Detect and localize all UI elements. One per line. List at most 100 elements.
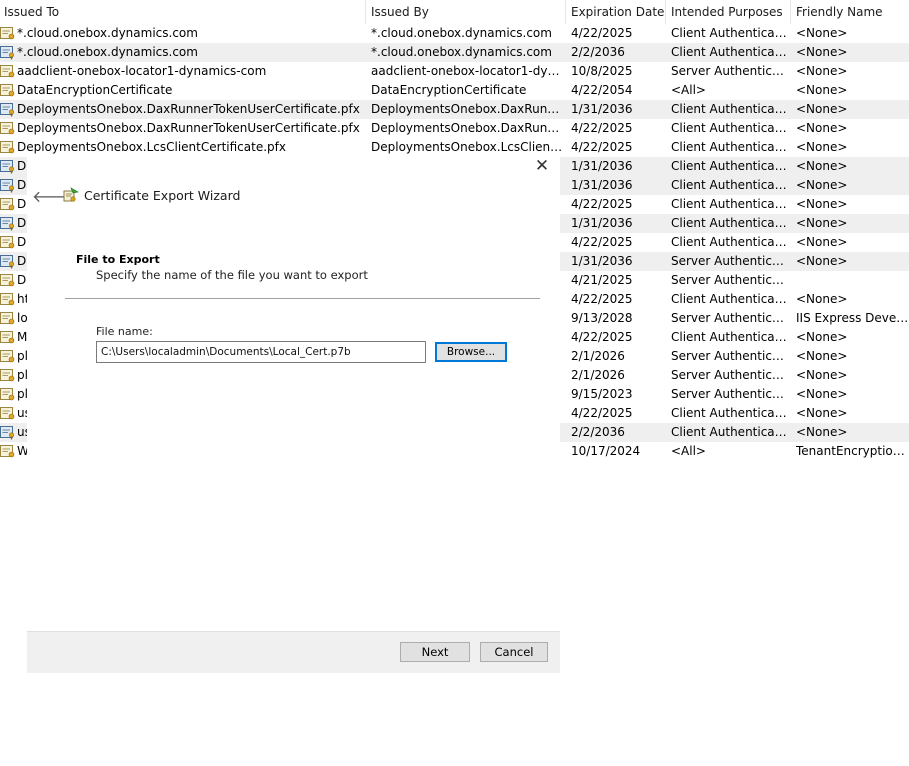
file-name-input[interactable] [96,341,426,363]
wizard-footer: Next Cancel [27,631,560,673]
expiration-date-cell: 4/21/2025 [571,273,633,287]
certificate-icon [0,64,16,79]
friendly-name-cell: <None> [796,159,848,173]
intended-purposes-cell: Server Authenticati... [671,273,789,287]
divider [65,298,540,299]
intended-purposes-cell: Client Authenticati... [671,121,789,135]
column-header-row: Issued To ^ Issued By Expiration Date In… [0,0,909,24]
issued-by-cell: DeploymentsOnebox.DaxRunnerT... [371,121,563,135]
certificate-export-wizard-dialog: ✕ 🡐 Certificate Export Wizard File to Ex… [27,155,560,673]
expiration-date-cell: 2/1/2026 [571,368,625,382]
expiration-date-cell: 1/31/2036 [571,102,633,116]
expiration-date-cell: 4/22/2025 [571,140,633,154]
issued-to-cell: *.cloud.onebox.dynamics.com [17,45,198,59]
friendly-name-cell: TenantEncryptionC... [796,444,909,458]
intended-purposes-cell: Client Authenticati... [671,216,789,230]
issued-by-cell: *.cloud.onebox.dynamics.com [371,26,552,40]
table-row[interactable]: *.cloud.onebox.dynamics.com *.cloud.onebo… [0,43,909,62]
friendly-name-cell: <None> [796,197,848,211]
intended-purposes-cell: Client Authenticati... [671,292,789,306]
intended-purposes-cell: Client Authenticati... [671,102,789,116]
expiration-date-cell: 2/2/2036 [571,425,625,439]
expiration-date-cell: 4/22/2025 [571,121,633,135]
issued-by-cell: *.cloud.onebox.dynamics.com [371,45,552,59]
file-name-label: File name: [96,325,153,338]
cancel-button[interactable]: Cancel [480,642,548,662]
friendly-name-cell: IIS Express Develop... [796,311,909,325]
friendly-name-cell: <None> [796,425,848,439]
certificate-with-key-icon [0,254,16,269]
table-row[interactable]: DeploymentsOnebox.DaxRunnerTokenUserCert… [0,100,909,119]
certificate-icon [0,140,16,155]
certificate-with-key-icon [0,425,16,440]
expiration-date-cell: 10/8/2025 [571,64,633,78]
expiration-date-cell: 1/31/2036 [571,159,633,173]
friendly-name-cell: <None> [796,121,848,135]
table-row[interactable]: aadclient-onebox-locator1-dynamics-com aa… [0,62,909,81]
friendly-name-cell: <None> [796,349,848,363]
certificate-wizard-icon [63,187,79,202]
intended-purposes-cell: Client Authenticati... [671,159,789,173]
issued-to-cell: *.cloud.onebox.dynamics.com [17,26,198,40]
expiration-date-cell: 1/31/2036 [571,178,633,192]
browse-button[interactable]: Browse... [435,342,507,362]
table-row[interactable]: *.cloud.onebox.dynamics.com *.cloud.onebo… [0,24,909,43]
friendly-name-cell: <None> [796,235,848,249]
table-row[interactable]: DeploymentsOnebox.DaxRunnerTokenUserCert… [0,119,909,138]
intended-purposes-cell: Server Authenticati... [671,349,789,363]
intended-purposes-cell: Client Authenticati... [671,45,789,59]
friendly-name-cell [796,271,909,290]
expiration-date-cell: 9/15/2023 [571,387,633,401]
expiration-date-cell: 4/22/2025 [571,197,633,211]
intended-purposes-cell: Client Authenticati... [671,178,789,192]
section-description: Specify the name of the file you want to… [96,268,368,282]
friendly-name-cell: <None> [796,368,848,382]
intended-purposes-cell: Client Authenticati... [671,425,789,439]
certificate-icon [0,368,16,383]
certificate-with-key-icon [0,159,16,174]
expiration-date-cell: 4/22/2025 [571,292,633,306]
issued-to-cell: aadclient-onebox-locator1-dynamics-com [17,64,267,78]
certificate-icon [0,83,16,98]
column-header-friendly-name[interactable]: Friendly Name [792,0,909,24]
intended-purposes-cell: Client Authenticati... [671,235,789,249]
expiration-date-cell: 4/22/2025 [571,26,633,40]
certificate-icon [0,121,16,136]
column-header-intended-purposes[interactable]: Intended Purposes [667,0,791,24]
intended-purposes-cell: Client Authenticati... [671,26,789,40]
certificate-with-key-icon [0,102,16,117]
friendly-name-cell: <None> [796,64,848,78]
expiration-date-cell: 4/22/2054 [571,83,633,97]
next-button[interactable]: Next [400,642,470,662]
friendly-name-cell: <None> [796,26,848,40]
wizard-title: Certificate Export Wizard [84,188,241,203]
expiration-date-cell: 4/22/2025 [571,406,633,420]
issued-by-cell: aadclient-onebox-locator1-dyna... [371,64,563,78]
column-header-issued-by[interactable]: Issued By [367,0,566,24]
intended-purposes-cell: Client Authenticati... [671,406,789,420]
certificate-icon [0,406,16,421]
friendly-name-cell: <None> [796,45,848,59]
column-header-expiration-date[interactable]: Expiration Date [567,0,666,24]
certificate-icon [0,197,16,212]
certificate-icon [0,387,16,402]
issued-to-cell: DeploymentsOnebox.DaxRunnerTokenUserCert… [17,121,360,135]
friendly-name-cell: <None> [796,83,848,97]
expiration-date-cell: 2/1/2026 [571,349,625,363]
expiration-date-cell: 2/2/2036 [571,45,625,59]
certificate-with-key-icon [0,178,16,193]
intended-purposes-cell: Client Authenticati... [671,140,789,154]
intended-purposes-cell: Server Authenticati... [671,64,789,78]
intended-purposes-cell: <All> [671,444,706,458]
close-icon[interactable]: ✕ [530,155,554,177]
expiration-date-cell: 1/31/2036 [571,216,633,230]
certificate-icon [0,235,16,250]
friendly-name-cell: <None> [796,330,848,344]
certificate-with-key-icon [0,216,16,231]
intended-purposes-cell: Server Authenticati... [671,254,789,268]
certificate-icon [0,273,16,288]
table-row[interactable]: DataEncryptionCertificate DataEncryptionC… [0,81,909,100]
intended-purposes-cell: Client Authenticati... [671,330,789,344]
expiration-date-cell: 4/22/2025 [571,330,633,344]
intended-purposes-cell: <All> [671,83,706,97]
